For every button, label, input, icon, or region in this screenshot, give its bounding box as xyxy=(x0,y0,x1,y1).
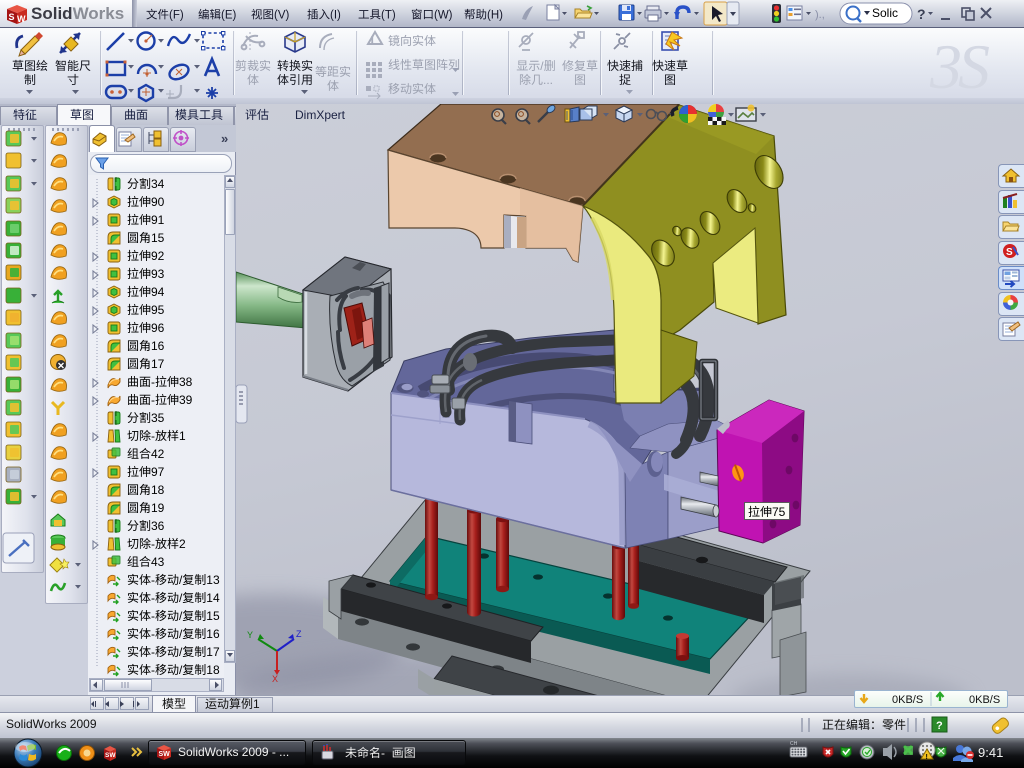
svg-text:SW: SW xyxy=(159,751,171,758)
svg-text:!: ! xyxy=(926,754,928,761)
svg-text:CH: CH xyxy=(790,741,798,747)
svg-text:Y: Y xyxy=(247,630,253,640)
svg-text:).,: )., xyxy=(815,9,825,21)
svg-text:SW: SW xyxy=(105,752,116,759)
svg-text:0KB/S: 0KB/S xyxy=(892,694,923,706)
svg-text:X: X xyxy=(272,674,278,684)
svg-text:!: ! xyxy=(371,35,374,45)
svg-text:Z: Z xyxy=(296,629,302,639)
svg-text:?: ? xyxy=(917,6,926,22)
svg-text:Solic: Solic xyxy=(872,6,898,20)
svg-text:0KB/S: 0KB/S xyxy=(969,694,1000,706)
svg-text:S: S xyxy=(1006,247,1013,258)
svg-text:?: ? xyxy=(936,720,943,732)
